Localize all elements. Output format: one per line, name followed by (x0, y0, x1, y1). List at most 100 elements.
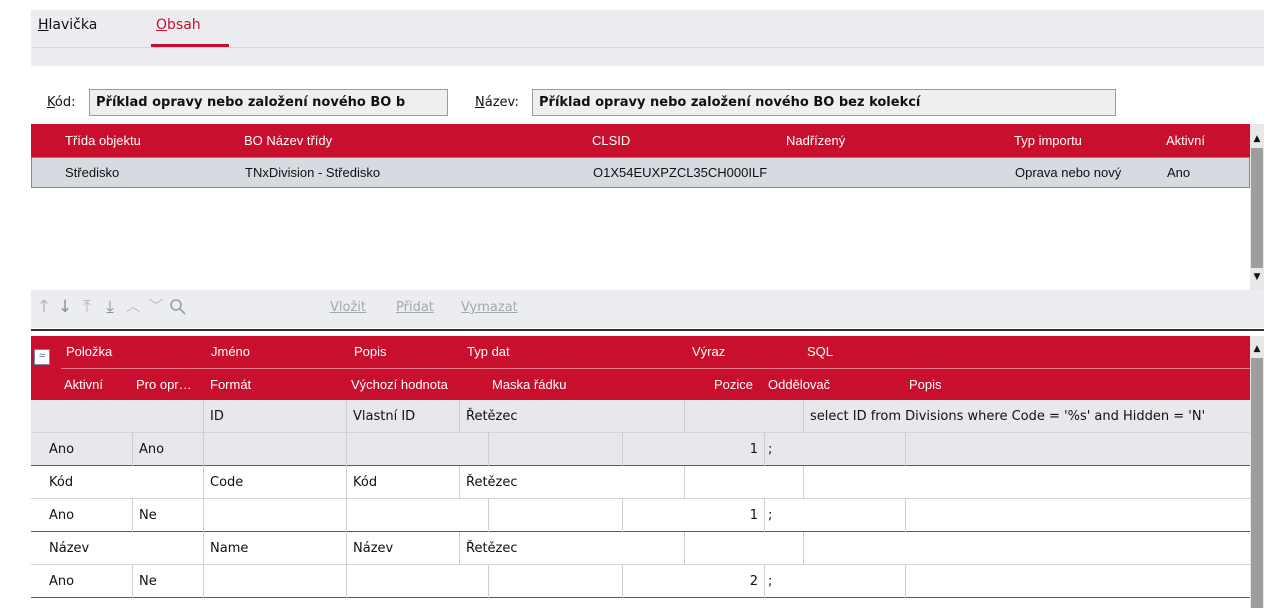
col-parent[interactable]: Nadřízený (786, 124, 845, 157)
cell-row-mask[interactable] (489, 499, 623, 532)
cell-format[interactable] (204, 433, 347, 466)
cell-description[interactable]: Název (347, 532, 460, 565)
cell-default-value[interactable] (347, 565, 489, 598)
col-bo-class-name[interactable]: BO Název třídy (244, 124, 332, 157)
chevron-down-icon[interactable]: ﹀ (146, 296, 166, 318)
cell-sql[interactable] (804, 532, 1250, 565)
cell-bo-class-name: TNxDivision - Středisko (245, 165, 381, 180)
col-data-type[interactable]: Typ dat (467, 344, 510, 359)
cell-data-type[interactable]: Řetězec (460, 466, 685, 499)
scroll-thumb[interactable] (1251, 358, 1263, 608)
cell-row-mask[interactable] (489, 565, 623, 598)
col-separator[interactable]: Oddělovač (768, 377, 830, 392)
col-description2[interactable]: Popis (909, 377, 942, 392)
cell-item[interactable]: Název (31, 532, 204, 565)
collapse-icon[interactable]: ≈ (34, 349, 50, 365)
col-clsid[interactable]: CLSID (592, 124, 630, 157)
record-line-1: Kód Code Kód Řetězec (31, 466, 1250, 499)
name-label: Název: (475, 95, 519, 110)
cell-format[interactable] (204, 565, 347, 598)
items-grid-scrollbar[interactable]: ▲ (1250, 336, 1264, 608)
scroll-thumb[interactable] (1251, 148, 1263, 268)
search-icon[interactable] (168, 296, 188, 318)
list-item[interactable]: Kód Code Kód Řetězec Ano Ne 1 ; (31, 466, 1250, 532)
items-grid-header: ≈ Položka Jméno Popis Typ dat Výraz SQL … (31, 336, 1250, 400)
tab-bar: Hlavička Obsah (31, 10, 1264, 66)
record-line-1: Název Name Název Řetězec (31, 532, 1250, 565)
cell-name[interactable]: ID (204, 400, 347, 433)
record-line-2: Ano Ne 2 ; (31, 565, 1250, 598)
cell-name[interactable]: Code (204, 466, 347, 499)
cell-active[interactable]: Ano (31, 499, 133, 532)
col-format[interactable]: Formát (210, 377, 251, 392)
code-field[interactable]: Příklad opravy nebo založení nového BO b (89, 89, 448, 116)
col-for-repair[interactable]: Pro opr… (136, 377, 192, 392)
col-object-class[interactable]: Třída objektu (65, 124, 141, 157)
objects-grid-scrollbar[interactable]: ▲ ▼ (1250, 124, 1264, 290)
cell-item[interactable]: Kód (31, 466, 204, 499)
add-button[interactable]: Přidat (396, 300, 434, 315)
col-sql[interactable]: SQL (807, 344, 833, 359)
tab-content[interactable]: Obsah (156, 10, 201, 47)
cell-for-repair[interactable]: Ne (133, 565, 204, 598)
scroll-up-icon[interactable]: ▲ (1250, 342, 1264, 356)
cell-for-repair[interactable]: Ano (133, 433, 204, 466)
cell-data-type[interactable]: Řetězec (460, 532, 685, 565)
col-import-type[interactable]: Typ importu (1014, 124, 1082, 157)
table-row[interactable]: Středisko TNxDivision - Středisko O1X54E… (31, 157, 1250, 188)
cell-default-value[interactable] (347, 433, 489, 466)
col-description[interactable]: Popis (354, 344, 387, 359)
cell-class: Středisko (65, 165, 120, 180)
col-default-value[interactable]: Výchozí hodnota (351, 377, 448, 392)
cell-expression[interactable] (685, 400, 804, 433)
list-item[interactable]: Název Name Název Řetězec Ano Ne 2 ; (31, 532, 1250, 598)
col-active[interactable]: Aktivní (1166, 124, 1205, 157)
cell-sql[interactable] (804, 466, 1250, 499)
cell-expression[interactable] (685, 466, 804, 499)
col-row-mask[interactable]: Maska řádku (492, 377, 566, 392)
cell-description[interactable]: Vlastní ID (347, 400, 460, 433)
cell-description2[interactable] (906, 565, 1250, 598)
cell-expression[interactable] (685, 532, 804, 565)
chevron-up-icon[interactable]: ︿ (123, 296, 143, 318)
cell-position[interactable]: 1 (623, 433, 765, 466)
insert-button[interactable]: Vložit (330, 300, 366, 315)
cell-separator[interactable]: ; (765, 565, 906, 598)
code-label: Kód: (47, 95, 76, 110)
move-top-icon[interactable]: ⤒ (77, 296, 97, 318)
scroll-down-icon[interactable]: ▼ (1250, 270, 1264, 284)
cell-sql[interactable]: select ID from Divisions where Code = '%… (804, 400, 1250, 433)
cell-separator[interactable]: ; (765, 499, 906, 532)
cell-for-repair[interactable]: Ne (133, 499, 204, 532)
cell-row-mask[interactable] (489, 433, 623, 466)
cell-position[interactable]: 2 (623, 565, 765, 598)
cell-active[interactable]: Ano (31, 565, 133, 598)
cell-name[interactable]: Name (204, 532, 347, 565)
list-item[interactable]: ID Vlastní ID Řetězec select ID from Div… (31, 400, 1250, 466)
cell-position[interactable]: 1 (623, 499, 765, 532)
cell-description2[interactable] (906, 433, 1250, 466)
name-field[interactable]: Příklad opravy nebo založení nového BO b… (532, 89, 1116, 116)
cell-import-type: Oprava nebo nový (1015, 165, 1122, 180)
col-name[interactable]: Jméno (211, 344, 250, 359)
cell-format[interactable] (204, 499, 347, 532)
tab-header[interactable]: Hlavička (38, 10, 97, 47)
move-bottom-icon[interactable]: ⤓ (100, 296, 120, 318)
cell-active[interactable]: Ano (31, 433, 133, 466)
cell-default-value[interactable] (347, 499, 489, 532)
record-line-1: ID Vlastní ID Řetězec select ID from Div… (31, 400, 1250, 433)
move-down-icon[interactable]: ↓ (55, 296, 75, 318)
scroll-up-icon[interactable]: ▲ (1250, 132, 1264, 146)
col-active[interactable]: Aktivní (64, 377, 103, 392)
cell-description2[interactable] (906, 499, 1250, 532)
col-expression[interactable]: Výraz (692, 344, 725, 359)
cell-data-type[interactable]: Řetězec (460, 400, 685, 433)
move-up-icon[interactable]: ↑ (34, 296, 54, 318)
delete-button[interactable]: Vymazat (461, 300, 518, 315)
cell-separator[interactable]: ; (765, 433, 906, 466)
cell-item[interactable] (31, 400, 204, 433)
record-line-2: Ano Ne 1 ; (31, 499, 1250, 532)
cell-description[interactable]: Kód (347, 466, 460, 499)
col-position[interactable]: Pozice (714, 377, 753, 392)
col-item[interactable]: Položka (66, 344, 112, 359)
